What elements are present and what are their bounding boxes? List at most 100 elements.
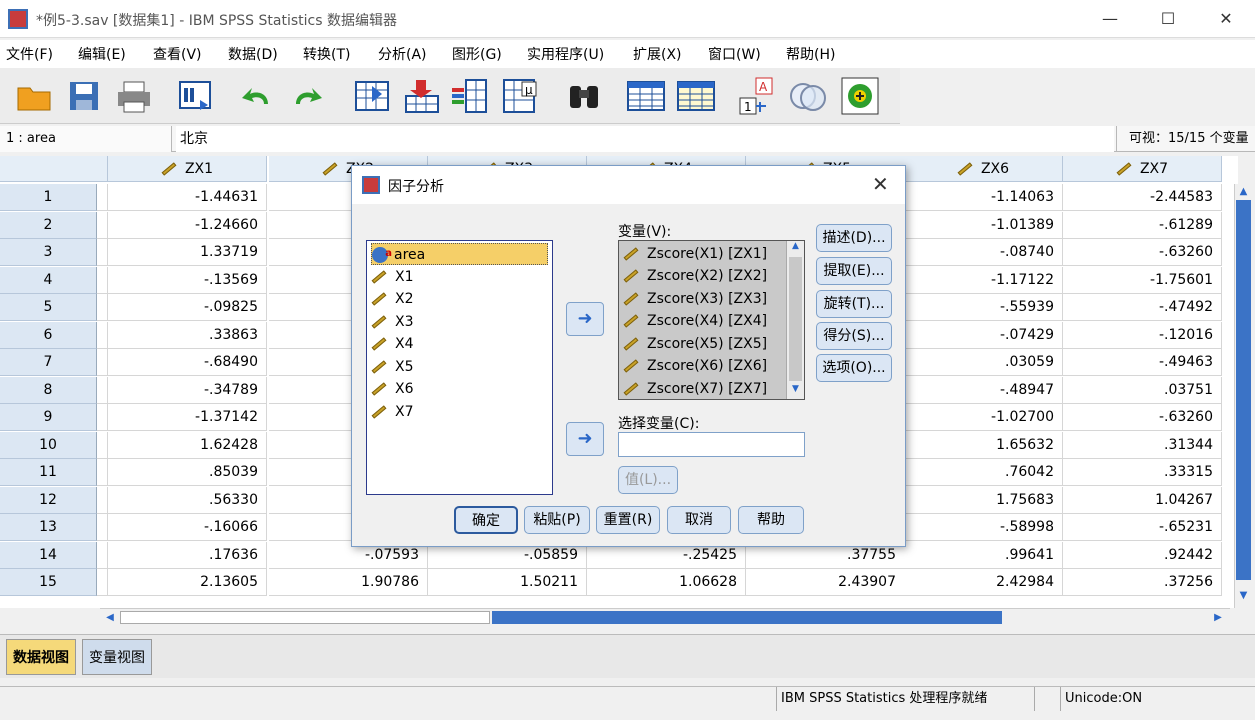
table-cell[interactable] <box>97 321 108 349</box>
list-item-x7[interactable]: X7 <box>371 401 414 423</box>
table-cell[interactable]: 1.75683 <box>904 486 1063 514</box>
menu-analyze[interactable]: 分析(A) <box>378 44 427 64</box>
tab-data-view[interactable]: 数据视图 <box>6 639 76 675</box>
table-cell[interactable]: -1.44631 <box>108 184 267 211</box>
recall-dialog-icon[interactable] <box>176 76 216 116</box>
scroll-up-arrow-icon[interactable]: ▲ <box>1236 184 1251 200</box>
table-cell[interactable]: .03059 <box>904 349 1063 376</box>
table-cell[interactable] <box>97 486 108 514</box>
reset-button[interactable]: 重置(R) <box>596 506 660 534</box>
table-cell[interactable]: 1.90786 <box>269 569 428 596</box>
scroll-down-arrow-icon[interactable]: ▼ <box>1236 588 1251 604</box>
scroll-right-arrow-icon[interactable]: ▶ <box>1210 610 1226 625</box>
row-header[interactable]: 7 <box>0 349 97 376</box>
table-cell[interactable]: -1.14063 <box>904 184 1063 211</box>
list-item-x4[interactable]: X4 <box>371 333 414 355</box>
horizontal-scroll-track[interactable] <box>492 611 1002 624</box>
list-item-zx5[interactable]: Zscore(X5) [ZX5] <box>623 333 767 355</box>
table-cell[interactable]: 1.04267 <box>1063 486 1222 514</box>
select-cases-icon[interactable] <box>626 76 666 116</box>
table-cell[interactable]: .03751 <box>1063 376 1222 404</box>
move-to-selection-button[interactable]: ➜ <box>566 422 604 456</box>
table-cell[interactable]: 2.42984 <box>904 569 1063 596</box>
row-header[interactable]: 2 <box>0 211 97 239</box>
table-cell[interactable]: -.08740 <box>904 239 1063 266</box>
source-variable-list[interactable]: a area X1 X2 X3 X4 X5 X6 X7 <box>366 240 553 495</box>
grid-corner-header[interactable] <box>0 156 108 182</box>
menu-view[interactable]: 查看(V) <box>153 44 202 64</box>
horizontal-scroll-thumb[interactable] <box>120 611 490 624</box>
scroll-up-arrow-icon[interactable]: ▲ <box>787 241 804 255</box>
table-cell[interactable]: .33863 <box>108 321 267 349</box>
table-cell[interactable]: -.12016 <box>1063 321 1222 349</box>
row-header[interactable]: 11 <box>0 459 97 486</box>
row-header[interactable]: 3 <box>0 239 97 266</box>
variables-scroll-thumb[interactable] <box>789 257 802 381</box>
menu-edit[interactable]: 编辑(E) <box>78 44 126 64</box>
table-cell[interactable]: -.48947 <box>904 376 1063 404</box>
column-header-zx1[interactable]: ZX1 <box>108 156 267 182</box>
list-item-zx7[interactable]: Zscore(X7) [ZX7] <box>623 378 767 400</box>
weight-cases-icon[interactable] <box>676 76 716 116</box>
table-cell[interactable]: 1.33719 <box>108 239 267 266</box>
row-header[interactable]: 10 <box>0 431 97 459</box>
vertical-scrollbar[interactable]: ▲ ▼ <box>1234 184 1251 608</box>
row-header[interactable]: 5 <box>0 294 97 321</box>
table-cell[interactable] <box>97 514 108 541</box>
scores-button[interactable]: 得分(S)... <box>816 322 892 350</box>
column-header-zx6[interactable]: ZX6 <box>904 156 1063 182</box>
open-folder-icon[interactable] <box>14 76 54 116</box>
table-cell[interactable]: .85039 <box>108 459 267 486</box>
selected-variables-list[interactable]: Zscore(X1) [ZX1] Zscore(X2) [ZX2] Zscore… <box>618 240 805 400</box>
table-cell[interactable]: -1.02700 <box>904 404 1063 431</box>
goto-case-icon[interactable] <box>352 76 392 116</box>
table-cell[interactable]: .17636 <box>108 541 267 569</box>
table-cell[interactable] <box>97 376 108 404</box>
maximize-button[interactable]: ☐ <box>1139 0 1197 38</box>
table-cell[interactable]: -.63260 <box>1063 239 1222 266</box>
list-item-area[interactable]: a area <box>371 243 548 265</box>
table-cell[interactable]: -.09825 <box>108 294 267 321</box>
row-header[interactable]: 15 <box>0 569 97 596</box>
list-item-zx1[interactable]: Zscore(X1) [ZX1] <box>623 243 767 265</box>
row-header[interactable]: 9 <box>0 404 97 431</box>
table-cell[interactable]: 1.50211 <box>428 569 587 596</box>
table-cell[interactable]: 1.62428 <box>108 431 267 459</box>
table-cell[interactable] <box>97 569 108 596</box>
list-item-x3[interactable]: X3 <box>371 311 414 333</box>
list-item-zx4[interactable]: Zscore(X4) [ZX4] <box>623 310 767 332</box>
list-item-zx3[interactable]: Zscore(X3) [ZX3] <box>623 288 767 310</box>
menu-extensions[interactable]: 扩展(X) <box>633 44 682 64</box>
options-button[interactable]: 选项(O)... <box>816 354 892 382</box>
cell-value-field[interactable]: 北京 <box>176 126 1114 152</box>
table-cell[interactable]: .37256 <box>1063 569 1222 596</box>
tab-variable-view[interactable]: 变量视图 <box>82 639 152 675</box>
move-to-variables-button[interactable]: ➜ <box>566 302 604 336</box>
table-cell[interactable]: 2.43907 <box>746 569 905 596</box>
row-header[interactable]: 8 <box>0 376 97 404</box>
extraction-button[interactable]: 提取(E)... <box>816 257 892 285</box>
scroll-left-arrow-icon[interactable]: ◀ <box>102 610 118 625</box>
table-cell[interactable]: -.13569 <box>108 266 267 294</box>
use-sets-icon[interactable] <box>788 76 828 116</box>
table-cell[interactable] <box>97 349 108 376</box>
menu-file[interactable]: 文件(F) <box>6 44 53 64</box>
row-header[interactable]: 12 <box>0 486 97 514</box>
row-header[interactable]: 13 <box>0 514 97 541</box>
list-item-x6[interactable]: X6 <box>371 378 414 400</box>
close-button[interactable]: ✕ <box>1197 0 1255 38</box>
table-cell[interactable] <box>97 294 108 321</box>
table-cell[interactable]: -1.75601 <box>1063 266 1222 294</box>
table-cell[interactable]: -1.01389 <box>904 211 1063 239</box>
show-all-icon[interactable] <box>840 76 880 116</box>
menu-graphs[interactable]: 图形(G) <box>452 44 502 64</box>
table-cell[interactable]: -.61289 <box>1063 211 1222 239</box>
list-item-x5[interactable]: X5 <box>371 356 414 378</box>
insert-case-icon[interactable] <box>402 76 442 116</box>
list-item-zx2[interactable]: Zscore(X2) [ZX2] <box>623 265 767 287</box>
menu-utilities[interactable]: 实用程序(U) <box>527 44 604 64</box>
menu-data[interactable]: 数据(D) <box>228 44 278 64</box>
table-cell[interactable]: -.49463 <box>1063 349 1222 376</box>
ok-button[interactable]: 确定 <box>454 506 518 534</box>
table-cell[interactable]: -2.44583 <box>1063 184 1222 211</box>
